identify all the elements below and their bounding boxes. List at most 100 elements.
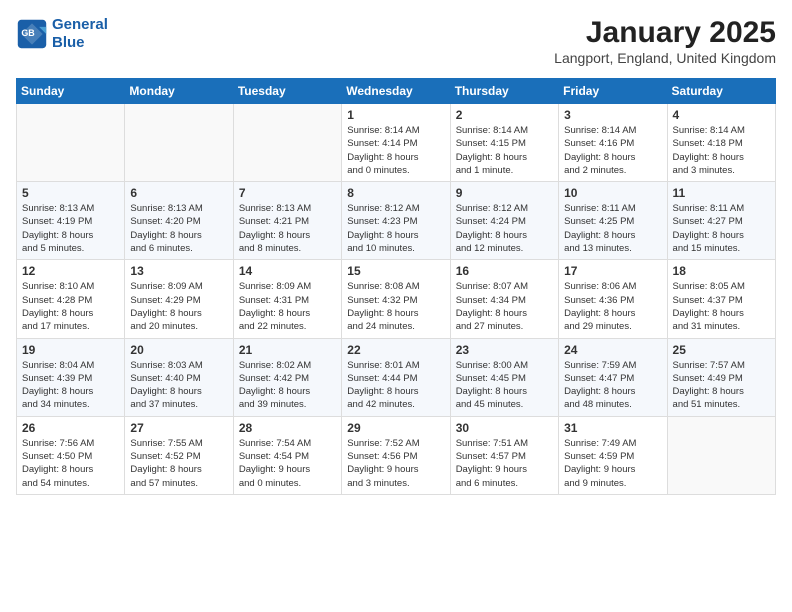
calendar-cell [125, 104, 233, 182]
calendar-cell: 21 Sunrise: 8:02 AM Sunset: 4:42 PM Dayli… [233, 338, 341, 416]
calendar-cell: 5 Sunrise: 8:13 AM Sunset: 4:19 PM Daylig… [17, 182, 125, 260]
day-number: 22 [347, 343, 444, 357]
day-info: Sunrise: 8:14 AM Sunset: 4:18 PM Dayligh… [673, 124, 770, 177]
calendar-cell: 27Sunrise: 7:55 AM Sunset: 4:52 PM Dayli… [125, 416, 233, 494]
calendar-cell: 11 Sunrise: 8:11 AM Sunset: 4:27 PM Dayli… [667, 182, 775, 260]
day-info: Sunrise: 7:59 AM Sunset: 4:47 PM Dayligh… [564, 359, 661, 412]
day-number: 16 [456, 264, 553, 278]
title-block: January 2025 Langport, England, United K… [554, 16, 776, 66]
day-info: Sunrise: 8:06 AM Sunset: 4:36 PM Dayligh… [564, 280, 661, 333]
calendar-cell: 12 Sunrise: 8:10 AM Sunset: 4:28 PM Dayli… [17, 260, 125, 338]
calendar-cell: 14 Sunrise: 8:09 AM Sunset: 4:31 PM Dayli… [233, 260, 341, 338]
day-number: 5 [22, 186, 119, 200]
calendar-cell: 22 Sunrise: 8:01 AM Sunset: 4:44 PM Dayli… [342, 338, 450, 416]
calendar-cell: 16 Sunrise: 8:07 AM Sunset: 4:34 PM Dayli… [450, 260, 558, 338]
day-info: Sunrise: 7:51 AM Sunset: 4:57 PM Dayligh… [456, 437, 553, 490]
calendar-cell [17, 104, 125, 182]
calendar-cell: 15Sunrise: 8:08 AM Sunset: 4:32 PM Dayli… [342, 260, 450, 338]
calendar-cell: 9 Sunrise: 8:12 AM Sunset: 4:24 PM Daylig… [450, 182, 558, 260]
day-info: Sunrise: 8:11 AM Sunset: 4:27 PM Dayligh… [673, 202, 770, 255]
week-row-3: 12 Sunrise: 8:10 AM Sunset: 4:28 PM Dayli… [17, 260, 776, 338]
calendar-cell: 13Sunrise: 8:09 AM Sunset: 4:29 PM Dayli… [125, 260, 233, 338]
day-info: Sunrise: 8:03 AM Sunset: 4:40 PM Dayligh… [130, 359, 227, 412]
day-info: Sunrise: 7:52 AM Sunset: 4:56 PM Dayligh… [347, 437, 444, 490]
calendar: SundayMondayTuesdayWednesdayThursdayFrid… [16, 78, 776, 495]
day-number: 19 [22, 343, 119, 357]
weekday-header-tuesday: Tuesday [233, 79, 341, 104]
day-info: Sunrise: 8:04 AM Sunset: 4:39 PM Dayligh… [22, 359, 119, 412]
page-header: GB General Blue January 2025 Langport, E… [16, 16, 776, 66]
weekday-header-thursday: Thursday [450, 79, 558, 104]
day-info: Sunrise: 8:10 AM Sunset: 4:28 PM Dayligh… [22, 280, 119, 333]
calendar-cell: 3Sunrise: 8:14 AM Sunset: 4:16 PM Daylig… [559, 104, 667, 182]
week-row-4: 19 Sunrise: 8:04 AM Sunset: 4:39 PM Dayli… [17, 338, 776, 416]
day-number: 11 [673, 186, 770, 200]
day-number: 8 [347, 186, 444, 200]
week-row-1: 1 Sunrise: 8:14 AM Sunset: 4:14 PM Daylig… [17, 104, 776, 182]
day-number: 21 [239, 343, 336, 357]
day-number: 25 [673, 343, 770, 357]
calendar-cell: 23 Sunrise: 8:00 AM Sunset: 4:45 PM Dayli… [450, 338, 558, 416]
day-number: 2 [456, 108, 553, 122]
calendar-cell: 17 Sunrise: 8:06 AM Sunset: 4:36 PM Dayli… [559, 260, 667, 338]
day-number: 17 [564, 264, 661, 278]
calendar-cell: 20 Sunrise: 8:03 AM Sunset: 4:40 PM Dayli… [125, 338, 233, 416]
calendar-cell: 6 Sunrise: 8:13 AM Sunset: 4:20 PM Daylig… [125, 182, 233, 260]
day-info: Sunrise: 8:13 AM Sunset: 4:19 PM Dayligh… [22, 202, 119, 255]
day-info: Sunrise: 8:00 AM Sunset: 4:45 PM Dayligh… [456, 359, 553, 412]
logo-text: General Blue [52, 16, 108, 52]
day-number: 13 [130, 264, 227, 278]
calendar-cell: 24Sunrise: 7:59 AM Sunset: 4:47 PM Dayli… [559, 338, 667, 416]
calendar-cell: 25 Sunrise: 7:57 AM Sunset: 4:49 PM Dayli… [667, 338, 775, 416]
day-info: Sunrise: 8:12 AM Sunset: 4:24 PM Dayligh… [456, 202, 553, 255]
day-number: 9 [456, 186, 553, 200]
location: Langport, England, United Kingdom [554, 50, 776, 66]
calendar-cell: 4 Sunrise: 8:14 AM Sunset: 4:18 PM Daylig… [667, 104, 775, 182]
calendar-cell: 7 Sunrise: 8:13 AM Sunset: 4:21 PM Daylig… [233, 182, 341, 260]
day-info: Sunrise: 8:13 AM Sunset: 4:20 PM Dayligh… [130, 202, 227, 255]
calendar-cell: 19 Sunrise: 8:04 AM Sunset: 4:39 PM Dayli… [17, 338, 125, 416]
weekday-header-friday: Friday [559, 79, 667, 104]
calendar-cell: 8 Sunrise: 8:12 AM Sunset: 4:23 PM Daylig… [342, 182, 450, 260]
logo: GB General Blue [16, 16, 108, 52]
calendar-cell: 2Sunrise: 8:14 AM Sunset: 4:15 PM Daylig… [450, 104, 558, 182]
calendar-cell [233, 104, 341, 182]
day-info: Sunrise: 8:07 AM Sunset: 4:34 PM Dayligh… [456, 280, 553, 333]
calendar-cell [667, 416, 775, 494]
logo-line1: General [52, 16, 108, 34]
day-number: 7 [239, 186, 336, 200]
day-info: Sunrise: 8:12 AM Sunset: 4:23 PM Dayligh… [347, 202, 444, 255]
week-row-5: 26 Sunrise: 7:56 AM Sunset: 4:50 PM Dayli… [17, 416, 776, 494]
day-number: 30 [456, 421, 553, 435]
week-row-2: 5 Sunrise: 8:13 AM Sunset: 4:19 PM Daylig… [17, 182, 776, 260]
day-number: 26 [22, 421, 119, 435]
day-info: Sunrise: 8:02 AM Sunset: 4:42 PM Dayligh… [239, 359, 336, 412]
day-info: Sunrise: 7:49 AM Sunset: 4:59 PM Dayligh… [564, 437, 661, 490]
day-info: Sunrise: 8:01 AM Sunset: 4:44 PM Dayligh… [347, 359, 444, 412]
day-number: 12 [22, 264, 119, 278]
day-number: 1 [347, 108, 444, 122]
day-info: Sunrise: 8:13 AM Sunset: 4:21 PM Dayligh… [239, 202, 336, 255]
calendar-cell: 10 Sunrise: 8:11 AM Sunset: 4:25 PM Dayli… [559, 182, 667, 260]
svg-text:GB: GB [21, 28, 34, 38]
day-info: Sunrise: 8:14 AM Sunset: 4:16 PM Dayligh… [564, 124, 661, 177]
day-number: 20 [130, 343, 227, 357]
logo-line2: Blue [52, 34, 108, 52]
day-number: 10 [564, 186, 661, 200]
day-number: 28 [239, 421, 336, 435]
month-title: January 2025 [554, 16, 776, 50]
day-info: Sunrise: 8:11 AM Sunset: 4:25 PM Dayligh… [564, 202, 661, 255]
day-number: 14 [239, 264, 336, 278]
day-info: Sunrise: 8:05 AM Sunset: 4:37 PM Dayligh… [673, 280, 770, 333]
weekday-header-saturday: Saturday [667, 79, 775, 104]
day-number: 6 [130, 186, 227, 200]
day-info: Sunrise: 8:14 AM Sunset: 4:14 PM Dayligh… [347, 124, 444, 177]
day-info: Sunrise: 8:09 AM Sunset: 4:31 PM Dayligh… [239, 280, 336, 333]
day-info: Sunrise: 7:54 AM Sunset: 4:54 PM Dayligh… [239, 437, 336, 490]
day-number: 23 [456, 343, 553, 357]
logo-icon: GB [16, 18, 48, 50]
day-number: 4 [673, 108, 770, 122]
weekday-header-sunday: Sunday [17, 79, 125, 104]
day-info: Sunrise: 7:56 AM Sunset: 4:50 PM Dayligh… [22, 437, 119, 490]
day-info: Sunrise: 7:57 AM Sunset: 4:49 PM Dayligh… [673, 359, 770, 412]
